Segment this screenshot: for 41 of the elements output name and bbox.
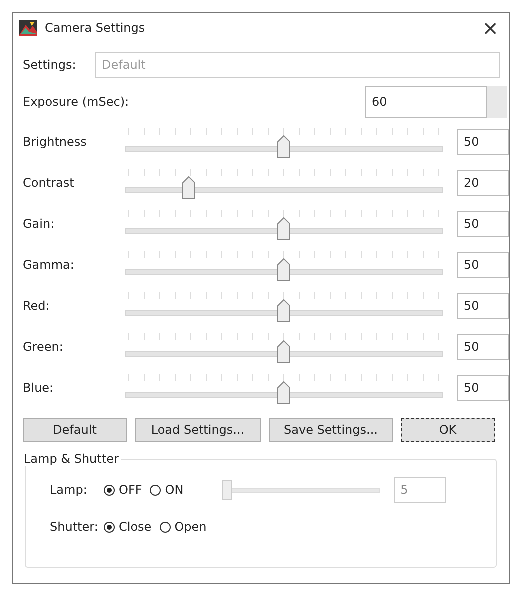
slider-label: Red: [23, 298, 51, 312]
shutter-label: Shutter: [50, 520, 100, 534]
value-field[interactable]: 20 [457, 170, 509, 196]
slider-label: Gamma: [23, 258, 76, 272]
radio-option[interactable]: Open [160, 520, 207, 534]
group-title: Lamp & Shutter [23, 452, 120, 466]
dialog-button[interactable]: Default [23, 418, 127, 442]
value-field[interactable]: 50 [457, 374, 509, 400]
slider-thumb[interactable] [277, 340, 291, 364]
exposure-field[interactable]: 60 [365, 86, 487, 118]
value-field[interactable]: 50 [457, 210, 509, 236]
slider-label: Brightness [23, 134, 88, 148]
radio-option[interactable]: Close [104, 520, 152, 534]
value-field[interactable]: 50 [457, 334, 509, 360]
slider-label: Blue: [23, 380, 55, 394]
radio-option[interactable]: OFF [104, 483, 142, 497]
slider-thumb[interactable] [277, 258, 291, 282]
spin-control[interactable] [487, 86, 507, 118]
slider-label: Green: [23, 340, 64, 354]
camera-app-icon [19, 20, 37, 36]
radio-option[interactable]: ON [150, 483, 184, 497]
dialog-button[interactable]: OK [401, 418, 495, 442]
value-field[interactable]: 50 [457, 292, 509, 318]
slider-thumb[interactable] [277, 216, 291, 240]
lamp-label: Lamp: [50, 483, 88, 497]
window-title: Camera Settings [45, 21, 146, 35]
slider-thumb[interactable] [277, 380, 291, 404]
slider-thumb[interactable] [277, 134, 291, 158]
settings-label: Settings: [23, 58, 78, 72]
slider-thumb[interactable] [222, 480, 232, 500]
value-field[interactable]: 50 [457, 252, 509, 278]
slider-label: Contrast [23, 176, 76, 190]
slider-thumb[interactable] [277, 298, 291, 322]
value-field[interactable]: 50 [457, 128, 509, 154]
close-button[interactable]: × [478, 16, 503, 40]
slider-label: Gain: [23, 216, 56, 230]
dialog-button[interactable]: Save Settings... [269, 418, 393, 442]
lamp-slider[interactable] [222, 478, 380, 502]
exposure-label: Exposure (mSec): [23, 95, 130, 109]
dialog-button[interactable]: Load Settings... [135, 418, 261, 442]
slider-thumb[interactable] [182, 176, 196, 200]
